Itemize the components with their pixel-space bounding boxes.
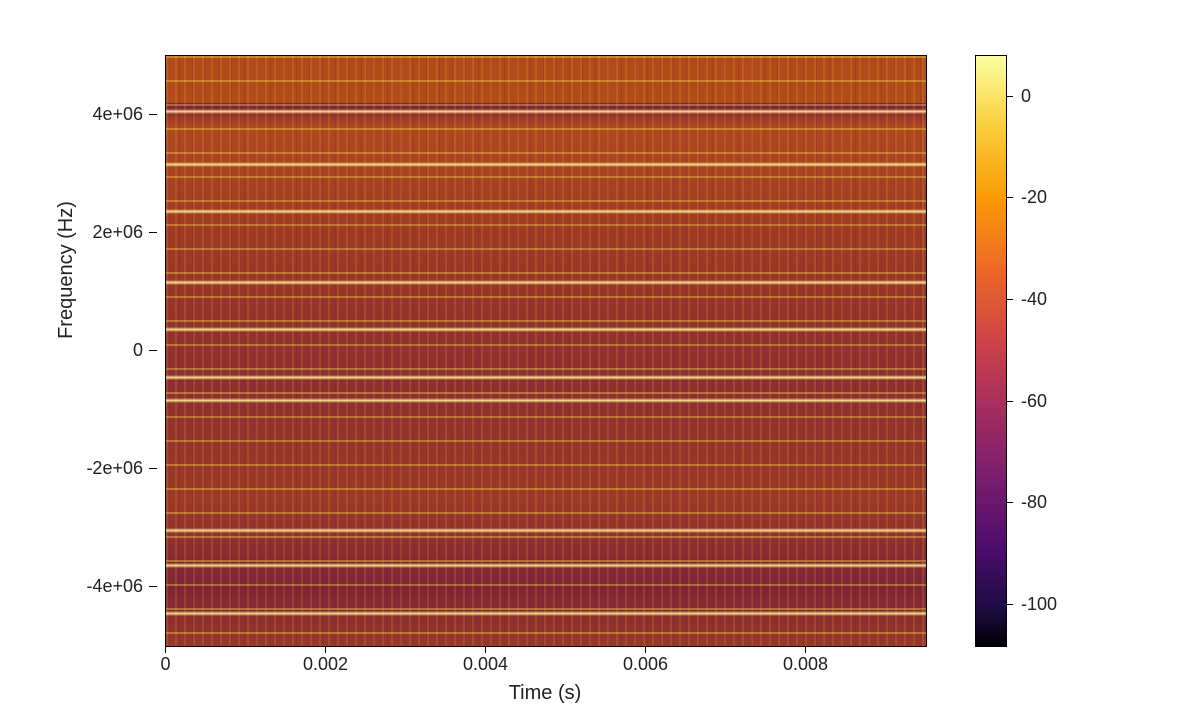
colorbar-tick-label: -60 [1021,391,1047,412]
spectral-band [166,528,926,533]
spectral-band [166,375,926,380]
x-axis-label: Time (s) [165,682,925,705]
x-tick-label: 0.006 [623,654,668,675]
spectrogram-figure: 0 0.002 0.004 0.006 0.008 -4e+06 -2e+06 … [0,0,1189,722]
spectral-band [166,280,926,285]
colorbar-tick-label: -80 [1021,492,1047,513]
spectral-band [166,398,926,403]
spectral-band [166,209,926,214]
y-axis-label: Frequency (Hz) [55,120,78,420]
colorbar-tick-label: 0 [1021,86,1031,107]
colorbar-tick-label: -20 [1021,187,1047,208]
x-tick-label: 0 [160,654,170,675]
spectral-band [166,162,926,167]
spectral-band [166,563,926,568]
x-tick-label: 0.004 [463,654,508,675]
x-tick-label: 0.008 [783,654,828,675]
spectral-band [166,327,926,332]
x-tick: 0.004 [485,646,486,656]
spectrogram-plot-area [165,55,927,647]
y-tick-label: 4e+06 [92,104,143,125]
x-tick: 0.008 [805,646,806,656]
y-tick-label: -4e+06 [86,576,143,597]
colorbar-tick-label: -40 [1021,289,1047,310]
spectrogram-image [166,56,926,646]
colorbar-tick-label: -100 [1021,594,1057,615]
x-tick-label: 0.002 [303,654,348,675]
y-tick-label: 0 [133,340,143,361]
x-tick: 0.002 [325,646,326,656]
y-tick-label: -2e+06 [86,458,143,479]
spectral-band [166,109,926,114]
x-tick: 0.006 [645,646,646,656]
colorbar [975,55,1007,647]
x-tick: 0 [165,646,166,656]
y-tick-label: 2e+06 [92,222,143,243]
spectral-band [166,611,926,616]
